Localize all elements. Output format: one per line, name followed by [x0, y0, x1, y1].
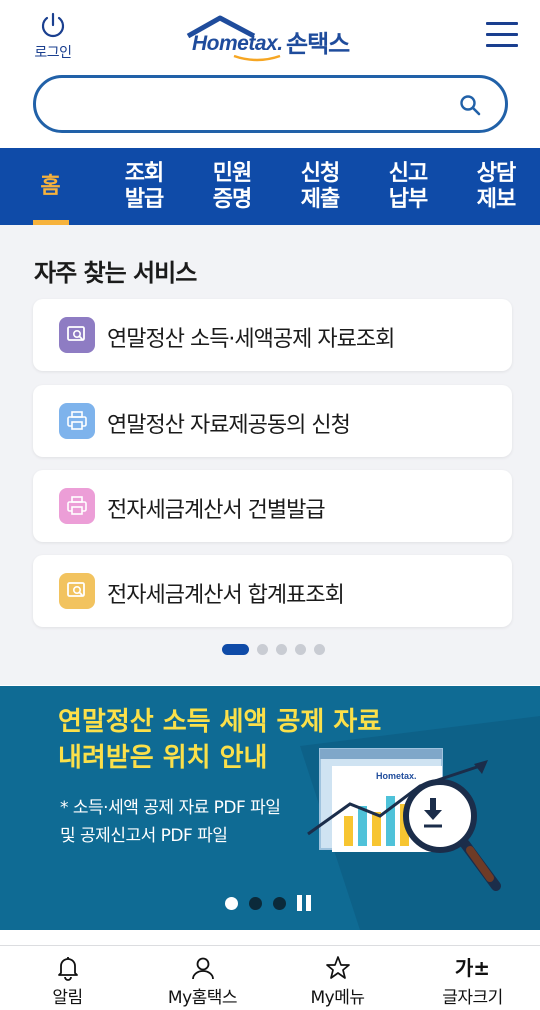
logo-text-ko: 손택스 — [286, 30, 350, 58]
tab-label: 조회 발급 — [124, 160, 164, 212]
tab-label: My홈택스 — [167, 988, 238, 1008]
search-bar — [33, 75, 508, 133]
illustration-logo-text: Hometax. — [376, 771, 417, 781]
tab-label: 민원 증명 — [212, 160, 252, 212]
tab-label: 글자크기 — [442, 988, 503, 1008]
promo-banner[interactable]: Hometax. 연말정산 소득 세액 공제 자료 내려받은 위치 안내 * 소… — [0, 686, 540, 930]
section-title: 자주 찾는 서비스 — [34, 259, 197, 287]
tab-consult-report[interactable]: 상담 제보 — [452, 148, 540, 225]
menu-line — [486, 22, 518, 25]
tab-label: 알림 — [52, 988, 83, 1008]
banner-dot[interactable] — [273, 896, 286, 910]
pager-dot[interactable] — [295, 643, 306, 655]
logo-text-en: Hometax. — [192, 32, 283, 55]
search-input[interactable] — [56, 90, 456, 118]
pager-dot[interactable] — [222, 643, 249, 655]
tab-application-submit[interactable]: 신청 제출 — [276, 148, 364, 225]
main-nav: 홈 조회 발급 민원 증명 신청 제출 신고 납부 상담 제보 — [0, 148, 540, 225]
service-label: 전자세금계산서 건별발급 — [107, 498, 326, 523]
pager-dot[interactable] — [314, 643, 325, 655]
printer-icon — [59, 403, 95, 439]
search-document-icon — [59, 317, 95, 353]
tab-home[interactable]: 홈 — [0, 148, 100, 225]
tab-label: 신청 제출 — [300, 160, 340, 212]
banner-subtitle: * 소득·세액 공제 자료 PDF 파일 및 공제신고서 PDF 파일 — [60, 798, 281, 846]
main-content: 자주 찾는 서비스 연말정산 소득·세액공제 자료조회 연말정산 자료제공동의 … — [0, 225, 540, 685]
pause-bar — [297, 895, 302, 911]
menu-line — [486, 33, 518, 36]
service-item[interactable]: 연말정산 소득·세액공제 자료조회 — [33, 299, 512, 371]
star-icon — [325, 956, 350, 979]
bell-icon — [57, 957, 78, 981]
login-button[interactable]: 로그인 — [28, 12, 78, 61]
person-icon — [191, 957, 214, 980]
tab-inquiry-issue[interactable]: 조회 발급 — [100, 148, 188, 225]
tab-label: My메뉴 — [310, 988, 365, 1008]
menu-line — [486, 44, 518, 47]
tab-label: 신고 납부 — [388, 160, 428, 212]
tab-font-size[interactable]: 가± 글자크기 — [405, 947, 540, 1010]
pager-dot[interactable] — [257, 643, 268, 655]
tab-label: 상담 제보 — [476, 160, 516, 212]
tab-notifications[interactable]: 알림 — [0, 947, 135, 1010]
hometax-logo[interactable]: Hometax. 손택스 — [182, 14, 362, 62]
banner-pager — [225, 895, 311, 911]
printer-icon — [59, 488, 95, 524]
banner-dot[interactable] — [225, 896, 238, 910]
tab-my-hometax[interactable]: My홈택스 — [135, 947, 270, 1010]
service-pager — [222, 643, 333, 655]
tab-label: 홈 — [40, 173, 60, 199]
tab-my-menu[interactable]: My메뉴 — [270, 947, 405, 1010]
service-item[interactable]: 전자세금계산서 건별발급 — [33, 470, 512, 542]
divider — [0, 930, 540, 946]
login-label: 로그인 — [34, 45, 72, 61]
search-document-icon — [59, 573, 95, 609]
search-icon[interactable] — [459, 94, 481, 116]
service-label: 연말정산 자료제공동의 신청 — [107, 413, 351, 438]
tab-report-pay[interactable]: 신고 납부 — [364, 148, 452, 225]
banner-dot[interactable] — [249, 896, 262, 910]
font-size-icon: 가± — [454, 956, 491, 980]
pager-dot[interactable] — [276, 643, 287, 655]
bottom-tab-bar: 알림 My홈택스 My메뉴 가± 글자크기 — [0, 947, 540, 1010]
service-item[interactable]: 전자세금계산서 합계표조회 — [33, 555, 512, 627]
pause-button[interactable] — [297, 895, 311, 911]
service-label: 전자세금계산서 합계표조회 — [107, 583, 345, 608]
hamburger-menu-button[interactable] — [486, 22, 518, 52]
banner-title: 연말정산 소득 세액 공제 자료 내려받은 위치 안내 — [58, 707, 382, 773]
tab-civil-certificate[interactable]: 민원 증명 — [188, 148, 276, 225]
service-label: 연말정산 소득·세액공제 자료조회 — [107, 327, 395, 352]
app-header: 로그인 Hometax. 손택스 — [0, 0, 540, 148]
pause-bar — [306, 895, 311, 911]
power-icon — [41, 12, 65, 38]
service-item[interactable]: 연말정산 자료제공동의 신청 — [33, 385, 512, 457]
